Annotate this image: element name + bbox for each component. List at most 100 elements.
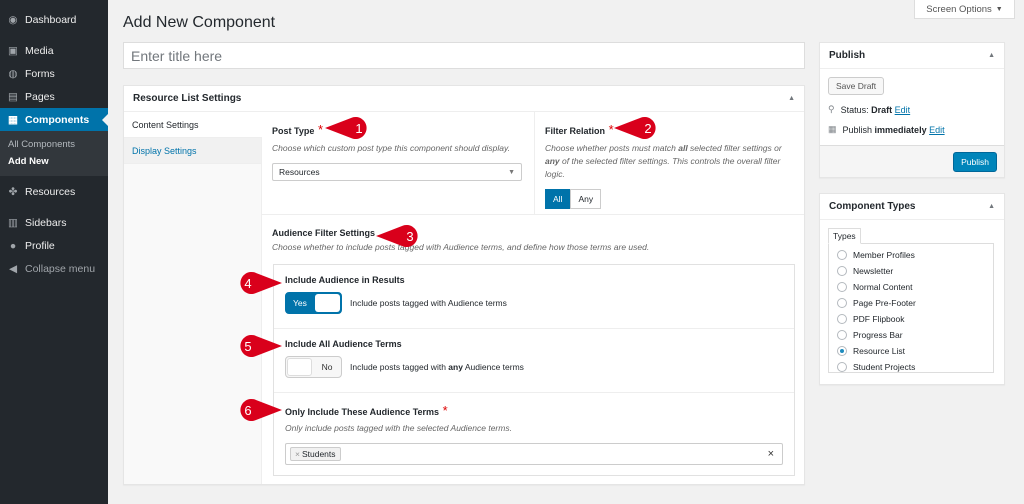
- audience-terms-select[interactable]: × Students ×: [285, 443, 783, 465]
- settings-box-header[interactable]: Resource List Settings ▲: [124, 86, 804, 112]
- audience-filter-label: Audience Filter Settings: [272, 228, 376, 238]
- badge-number: 1: [355, 120, 363, 136]
- page-title: Add New Component: [123, 14, 276, 31]
- type-option-label: Resource List: [853, 346, 905, 356]
- audience-filter-description: Choose whether to include posts tagged w…: [272, 242, 650, 252]
- radio-button[interactable]: [837, 282, 847, 292]
- type-option-label: Progress Bar: [853, 330, 903, 340]
- switch-state: No: [321, 362, 333, 372]
- filter-any-button[interactable]: Any: [570, 189, 602, 209]
- sidebars-icon: ▥: [8, 216, 18, 229]
- only-include-terms-description: Only include posts tagged with the selec…: [285, 423, 512, 433]
- caret-down-icon: ▼: [995, 5, 1003, 13]
- annotation-badge-6: 6: [236, 398, 282, 422]
- calendar-icon: ▦: [828, 124, 837, 134]
- radio-button-selected[interactable]: [837, 346, 847, 356]
- sidebar-item-media[interactable]: ▣ Media: [0, 39, 108, 62]
- post-type-select[interactable]: Resources ▼: [272, 163, 522, 181]
- remove-chip-icon[interactable]: ×: [295, 449, 300, 459]
- status-text: Status: Draft Edit: [841, 105, 911, 115]
- required-marker: *: [317, 122, 324, 137]
- include-all-audience-text: Include posts tagged with any Audience t…: [350, 362, 524, 372]
- radio-button[interactable]: [837, 250, 847, 260]
- settings-box-title: Resource List Settings: [133, 93, 242, 104]
- radio-button[interactable]: [837, 266, 847, 276]
- sidebar-item-sidebars[interactable]: ▥ Sidebars: [0, 211, 108, 234]
- type-option-student-projects[interactable]: Student Projects: [837, 359, 993, 375]
- type-option-page-pre-footer[interactable]: Page Pre-Footer: [837, 295, 993, 311]
- resource-list-settings-box: Resource List Settings ▲ Content Setting…: [123, 85, 805, 485]
- save-draft-button[interactable]: Save Draft: [828, 77, 885, 95]
- include-audience-switch[interactable]: Yes: [285, 292, 342, 314]
- toggle-arrow-icon[interactable]: ▲: [788, 95, 795, 102]
- radio-button[interactable]: [837, 330, 847, 340]
- tab-types[interactable]: Types: [828, 228, 861, 244]
- text-part: Include posts tagged with: [350, 362, 449, 372]
- sidebar-item-profile[interactable]: ● Profile: [0, 234, 108, 257]
- tab-content-settings[interactable]: Content Settings: [124, 112, 262, 138]
- type-option-newsletter[interactable]: Newsletter: [837, 263, 993, 279]
- annotation-badge-1: 1: [325, 116, 371, 140]
- clear-selection-icon[interactable]: ×: [768, 448, 774, 460]
- type-option-label: Newsletter: [853, 266, 894, 276]
- post-type-value: Resources: [279, 167, 320, 177]
- types-box-title: Component Types: [829, 201, 916, 212]
- include-all-audience-label: Include All Audience Terms: [285, 339, 402, 349]
- sidebar-item-components[interactable]: ▦ Components: [0, 108, 108, 131]
- status-label: Status:: [840, 104, 872, 115]
- post-type-field: Post Type * Choose which custom post typ…: [262, 112, 535, 214]
- type-option-member-profiles[interactable]: Member Profiles: [837, 247, 993, 263]
- pages-icon: ▤: [8, 90, 18, 103]
- screen-options-label: Screen Options: [926, 3, 992, 15]
- type-option-pdf-flipbook[interactable]: PDF Flipbook: [837, 311, 993, 327]
- text-part: Audience terms: [462, 362, 524, 372]
- media-icon: ▣: [8, 44, 18, 57]
- text-emphasis: any: [448, 362, 463, 372]
- sidebar-item-forms[interactable]: ◍ Forms: [0, 62, 108, 85]
- radio-button[interactable]: [837, 362, 847, 372]
- submenu-all-components[interactable]: All Components: [0, 136, 108, 153]
- type-option-resource-list[interactable]: Resource List: [837, 343, 993, 359]
- annotation-badge-4: 4: [236, 271, 282, 295]
- switch-state: Yes: [293, 298, 307, 308]
- badge-number: 2: [644, 120, 652, 136]
- type-option-progress-bar[interactable]: Progress Bar: [837, 327, 993, 343]
- toggle-arrow-icon[interactable]: ▲: [988, 203, 995, 210]
- switch-knob: [314, 294, 340, 312]
- profile-icon: ●: [9, 239, 17, 252]
- desc-emphasis-any: any: [545, 156, 560, 166]
- publish-box-header[interactable]: Publish ▲: [820, 43, 1004, 69]
- filter-all-button[interactable]: All: [545, 189, 571, 209]
- publish-button[interactable]: Publish: [953, 152, 997, 172]
- submenu-add-new[interactable]: Add New: [0, 153, 108, 170]
- collapse-icon: ◀: [8, 262, 18, 275]
- include-audience-label: Include Audience in Results: [285, 275, 405, 285]
- sidebar-item-resources[interactable]: ✤ Resources: [0, 180, 108, 203]
- sidebar-item-label: Collapse menu: [25, 262, 96, 275]
- only-include-terms-field: Only Include These Audience Terms * Only…: [274, 392, 794, 475]
- collapse-menu-button[interactable]: ◀ Collapse menu: [0, 257, 108, 280]
- required-marker: *: [608, 122, 614, 137]
- types-box-header[interactable]: Component Types ▲: [820, 194, 1004, 220]
- title-input[interactable]: [123, 42, 805, 69]
- tab-display-settings[interactable]: Display Settings: [124, 138, 261, 164]
- forms-icon: ◍: [8, 67, 18, 80]
- screen-options-button[interactable]: Screen Options ▼: [914, 0, 1015, 19]
- sidebar-item-label: Profile: [25, 239, 55, 252]
- type-option-normal-content[interactable]: Normal Content: [837, 279, 993, 295]
- sidebar-item-pages[interactable]: ▤ Pages: [0, 85, 108, 108]
- component-types-list: Member Profiles Newsletter Normal Conten…: [828, 243, 994, 373]
- radio-button[interactable]: [837, 314, 847, 324]
- settings-tabs: Content Settings Display Settings: [124, 112, 262, 484]
- edit-status-link[interactable]: Edit: [895, 105, 911, 115]
- desc-part: selected filter settings or: [687, 143, 782, 153]
- radio-button[interactable]: [837, 298, 847, 308]
- sidebar-item-label: Pages: [25, 90, 55, 103]
- annotation-badge-2: 2: [614, 116, 660, 140]
- toggle-arrow-icon[interactable]: ▲: [988, 52, 995, 59]
- sidebar-item-dashboard[interactable]: ◉ Dashboard: [0, 8, 108, 31]
- edit-schedule-link[interactable]: Edit: [929, 125, 945, 135]
- post-type-label: Post Type: [272, 126, 315, 136]
- schedule-row: ▦ Publish immediately Edit: [828, 124, 996, 135]
- include-all-audience-switch[interactable]: No: [285, 356, 342, 378]
